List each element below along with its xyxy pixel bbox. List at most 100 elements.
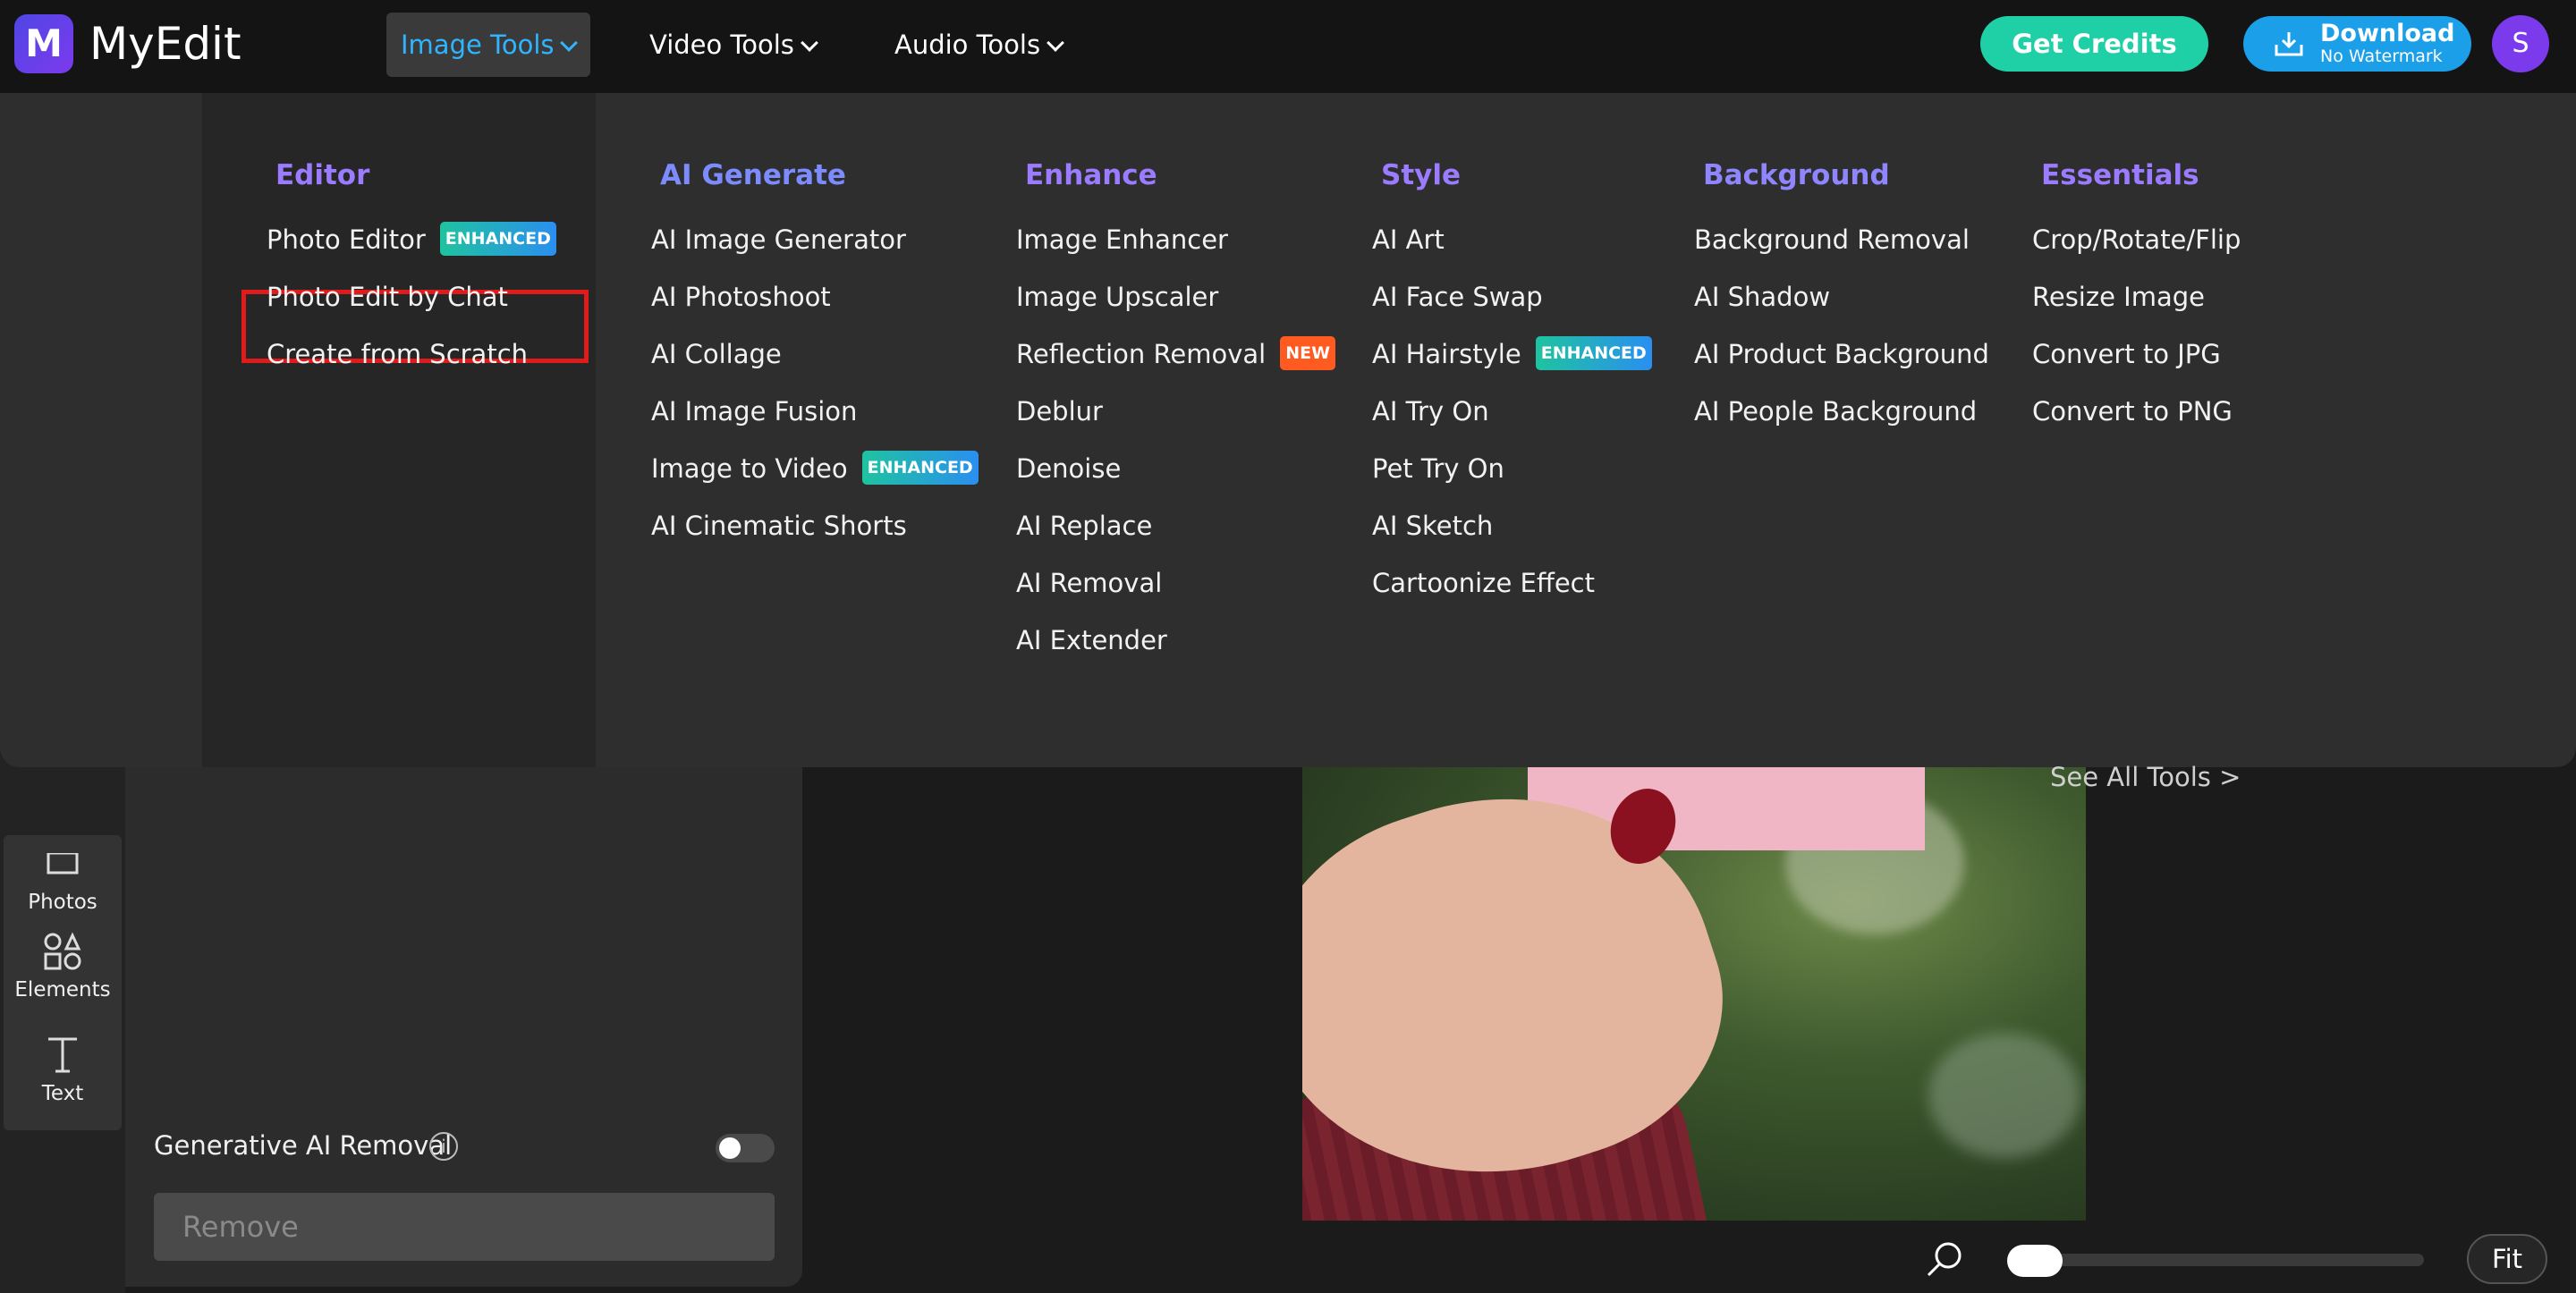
menu-item-label: AI Try On	[1372, 396, 1489, 427]
rail-item-elements[interactable]: Elements	[4, 932, 122, 1001]
nav-image-tools[interactable]: Image Tools	[386, 13, 590, 77]
toggle-knob	[719, 1137, 741, 1159]
menu-item-list: Crop/Rotate/Flip Resize Image Convert to J…	[2032, 211, 2241, 440]
menu-item-deblur[interactable]: Deblur	[1016, 383, 1335, 440]
chevron-down-icon	[801, 34, 818, 52]
menu-item-ai-art[interactable]: AI Art	[1372, 211, 1652, 268]
app-root: Photos Elements Text Generative AI Remov…	[0, 0, 2576, 1293]
menu-item-label: Resize Image	[2032, 282, 2205, 312]
nav-video-tools[interactable]: Video Tools	[635, 13, 832, 77]
user-avatar[interactable]: S	[2492, 15, 2549, 72]
menu-item-ai-replace[interactable]: AI Replace	[1016, 497, 1335, 554]
menu-item-background-removal[interactable]: Background Removal	[1694, 211, 1989, 268]
menu-item-image-enhancer[interactable]: Image Enhancer	[1016, 211, 1335, 268]
download-icon	[2275, 32, 2303, 56]
menu-item-reflection-removal[interactable]: Reflection Removal NEW	[1016, 325, 1336, 383]
menu-item-pet-try-on[interactable]: Pet Try On	[1372, 440, 1652, 497]
nav-image-tools-label: Image Tools	[401, 30, 555, 60]
menu-item-label: Image to Video	[651, 453, 848, 484]
download-sublabel: No Watermark	[2320, 46, 2443, 66]
nav-audio-tools[interactable]: Audio Tools	[880, 13, 1077, 77]
remove-button[interactable]: Remove	[154, 1193, 775, 1261]
menu-item-ai-removal[interactable]: AI Removal	[1016, 554, 1335, 612]
menu-column-title: Style	[1381, 159, 1462, 191]
fit-button[interactable]: Fit	[2467, 1234, 2547, 1284]
menu-item-label: AI Extender	[1016, 625, 1167, 655]
menu-item-crop-rotate-flip[interactable]: Crop/Rotate/Flip	[2032, 211, 2241, 268]
menu-item-label: Create from Scratch	[267, 339, 529, 369]
menu-item-label: Deblur	[1016, 396, 1103, 427]
info-icon[interactable]: i	[429, 1132, 458, 1161]
menu-column-style: Style AI Art AI Face Swap AI Hairstyle ENHAN…	[1372, 154, 1652, 612]
top-bar: M MyEdit Image Tools Video Tools Audio T…	[0, 0, 2576, 93]
menu-column-title: AI Generate	[660, 159, 846, 191]
menu-column-essentials: Essentials Crop/Rotate/Flip Resize Image Co…	[2032, 154, 2241, 440]
menu-item-ai-hairstyle[interactable]: AI Hairstyle ENHANCED	[1372, 325, 1652, 383]
rail-label-photos: Photos	[28, 891, 97, 914]
menu-item-ai-shadow[interactable]: AI Shadow	[1694, 268, 1989, 325]
enhanced-badge: ENHANCED	[1535, 336, 1652, 370]
chevron-down-icon	[560, 34, 579, 52]
rail-item-text[interactable]: Text	[4, 1035, 122, 1105]
myedit-logo[interactable]: M	[14, 14, 73, 73]
chevron-down-icon	[1046, 34, 1064, 52]
menu-item-label: Image Enhancer	[1016, 224, 1228, 255]
menu-item-label: AI Sketch	[1372, 511, 1494, 541]
menu-item-image-upscaler[interactable]: Image Upscaler	[1016, 268, 1335, 325]
menu-item-ai-image-fusion[interactable]: AI Image Fusion	[651, 383, 979, 440]
menu-column-ai-generate: AI Generate AI Image Generator AI Photosho…	[651, 154, 979, 554]
photos-icon	[47, 853, 79, 875]
menu-item-ai-sketch[interactable]: AI Sketch	[1372, 497, 1652, 554]
elements-icon	[44, 932, 81, 970]
canvas-photo[interactable]	[1302, 765, 2086, 1221]
get-credits-button[interactable]: Get Credits	[1980, 16, 2208, 72]
menu-item-convert-to-png[interactable]: Convert to PNG	[2032, 383, 2241, 440]
menu-item-convert-to-jpg[interactable]: Convert to JPG	[2032, 325, 2241, 383]
menu-item-create-from-scratch[interactable]: Create from Scratch	[267, 325, 556, 383]
menu-item-label: AI Face Swap	[1372, 282, 1543, 312]
menu-item-ai-try-on[interactable]: AI Try On	[1372, 383, 1652, 440]
menu-item-list: AI Image Generator AI Photoshoot AI Collag…	[651, 211, 979, 554]
image-tools-mega-menu: See All Tools > Editor Photo Editor ENHANC…	[0, 93, 2576, 792]
enhanced-badge: ENHANCED	[861, 451, 979, 485]
menu-item-label: Convert to PNG	[2032, 396, 2233, 427]
menu-item-label: AI Shadow	[1694, 282, 1831, 312]
menu-item-label: Photo Edit by Chat	[267, 282, 508, 312]
menu-item-ai-cinematic-shorts[interactable]: AI Cinematic Shorts	[651, 497, 979, 554]
menu-item-list: AI Art AI Face Swap AI Hairstyle ENHANCED AI…	[1372, 211, 1652, 612]
menu-column-enhance: Enhance Image Enhancer Image Upscaler Refle…	[1016, 154, 1336, 669]
zoom-slider-track[interactable]	[2007, 1254, 2424, 1266]
menu-item-ai-extender[interactable]: AI Extender	[1016, 612, 1335, 669]
menu-column-title: Essentials	[2041, 159, 2199, 191]
menu-item-label: AI Photoshoot	[651, 282, 831, 312]
menu-item-label: AI People Background	[1694, 396, 1978, 427]
menu-column-title: Editor	[275, 159, 370, 191]
zoom-slider-thumb[interactable]	[2007, 1245, 2063, 1277]
brand-name[interactable]: MyEdit	[89, 18, 242, 70]
menu-item-ai-people-background[interactable]: AI People Background	[1694, 383, 1989, 440]
enhanced-badge: ENHANCED	[439, 222, 556, 256]
menu-item-ai-photoshoot[interactable]: AI Photoshoot	[651, 268, 979, 325]
menu-item-ai-product-background[interactable]: AI Product Background	[1694, 325, 1989, 383]
menu-item-denoise[interactable]: Denoise	[1016, 440, 1335, 497]
menu-item-ai-collage[interactable]: AI Collage	[651, 325, 979, 383]
zoom-search-icon[interactable]	[1925, 1239, 1964, 1279]
download-button[interactable]: Download No Watermark	[2243, 16, 2471, 72]
menu-item-photo-edit-by-chat[interactable]: Photo Edit by Chat	[267, 268, 556, 325]
menu-item-resize-image[interactable]: Resize Image	[2032, 268, 2241, 325]
rail-item-photos[interactable]: Photos	[4, 853, 122, 914]
menu-item-list: Image Enhancer Image Upscaler Reflection R…	[1016, 211, 1336, 669]
see-all-tools-link[interactable]: See All Tools >	[2050, 762, 2241, 792]
logo-letter: M	[25, 21, 63, 65]
menu-column-title: Background	[1703, 159, 1890, 191]
menu-item-ai-face-swap[interactable]: AI Face Swap	[1372, 268, 1652, 325]
new-badge: NEW	[1280, 336, 1336, 370]
menu-item-image-to-video[interactable]: Image to Video ENHANCED	[651, 440, 979, 497]
menu-item-ai-image-generator[interactable]: AI Image Generator	[651, 211, 979, 268]
menu-item-label: AI Art	[1372, 224, 1445, 255]
menu-item-list: Background Removal AI Shadow AI Product Ba…	[1694, 211, 1989, 440]
generative-ai-toggle[interactable]	[716, 1134, 775, 1162]
menu-item-label: AI Replace	[1016, 511, 1153, 541]
menu-item-cartoonize-effect[interactable]: Cartoonize Effect	[1372, 554, 1652, 612]
menu-item-photo-editor[interactable]: Photo Editor ENHANCED	[267, 211, 556, 268]
